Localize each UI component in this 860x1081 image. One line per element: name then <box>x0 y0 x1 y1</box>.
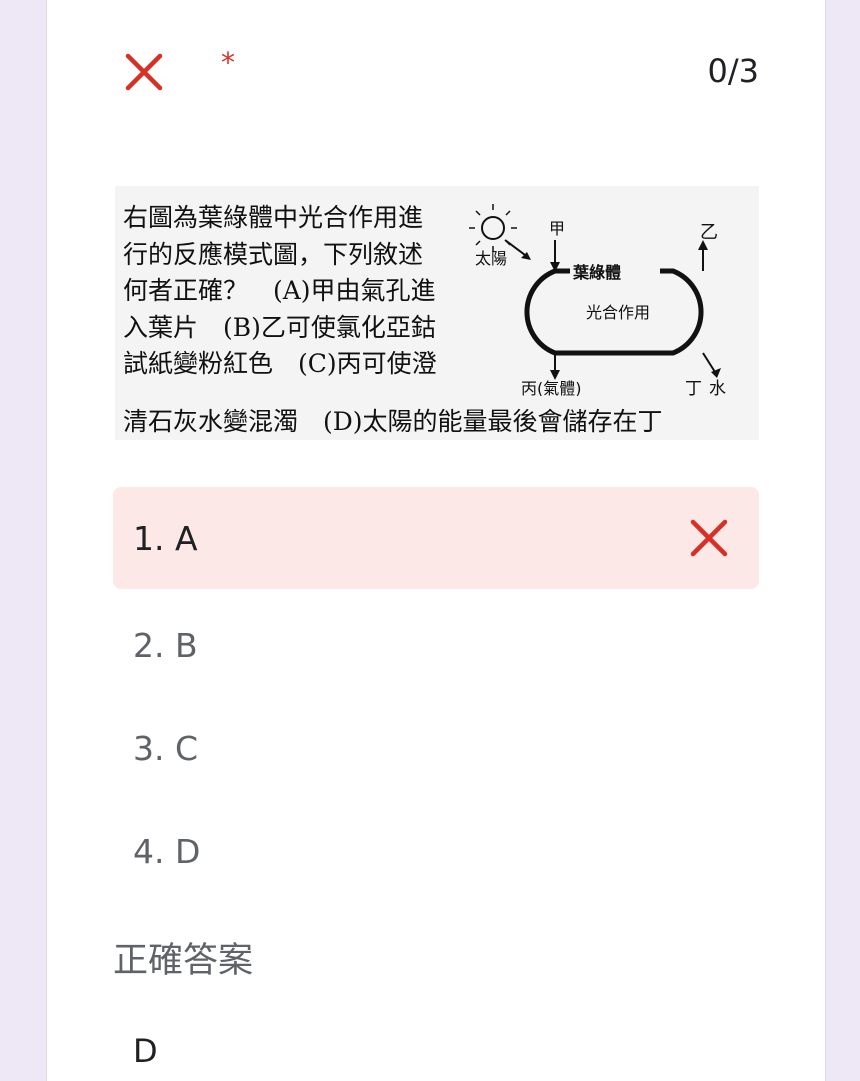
question-card: * 0/3 右圖為葉綠體中光合作用進 行的反應模式圖，下列敘述 何者正確？ (A… <box>46 0 826 1081</box>
question-line: 右圖為葉綠體中光合作用進 <box>123 203 424 232</box>
correct-answer-value: D <box>133 1032 158 1070</box>
close-icon <box>690 519 728 557</box>
question-line: 入葉片 (B)乙可使氯化亞鈷 <box>123 312 436 342</box>
option-label: 2. B <box>133 625 198 665</box>
question-text: 右圖為葉綠體中光合作用進 行的反應模式圖，下列敘述 何者正確？ (A)甲由氣孔進… <box>123 200 468 383</box>
question-line: 試紙變粉紅色 (C)丙可使澄 <box>123 349 437 378</box>
label-sun: 太陽 <box>475 249 507 268</box>
label-ding: 丁 <box>685 379 702 396</box>
required-asterisk: * <box>221 46 235 79</box>
option-label: 4. D <box>133 831 201 871</box>
option-c[interactable]: 3. C <box>113 697 759 799</box>
option-label: 1. A <box>133 518 198 558</box>
correct-answer-heading: 正確答案 <box>113 941 254 981</box>
label-water: 水 <box>709 379 726 396</box>
question-image: 右圖為葉綠體中光合作用進 行的反應模式圖，下列敘述 何者正確？ (A)甲由氣孔進… <box>115 186 759 440</box>
option-label: 3. C <box>133 728 199 768</box>
question-line: 行的反應模式圖，下列敘述 <box>123 239 424 269</box>
score-text: 0/3 <box>707 52 760 90</box>
label-bing: 丙(氣體) <box>521 379 582 396</box>
label-process: 光合作用 <box>586 303 650 322</box>
option-a[interactable]: 1. A <box>113 487 759 589</box>
question-last-line: 清石灰水變混濁 (D)太陽的能量最後會儲存在丁 <box>123 407 663 436</box>
question-line: 何者正確？ (A)甲由氣孔進 <box>123 276 436 305</box>
option-d[interactable]: 4. D <box>113 800 759 902</box>
close-icon <box>125 53 163 91</box>
label-yi: 乙 <box>700 222 718 243</box>
option-b[interactable]: 2. B <box>113 594 759 696</box>
label-jia: 甲 <box>549 219 565 238</box>
label-chloroplast: 葉綠體 <box>572 263 621 282</box>
photosynthesis-diagram: 太陽 甲 乙 葉綠體 光合作用 丙(氣體) 丁 水 <box>469 204 726 396</box>
